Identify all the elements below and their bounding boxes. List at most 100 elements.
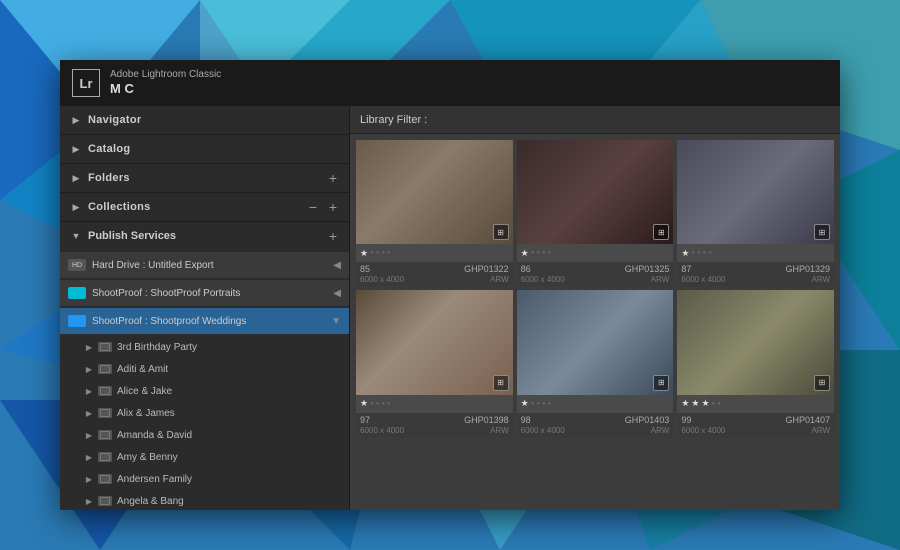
rating-dot: ●: [542, 401, 546, 407]
tree-item[interactable]: ▶ Amanda & David: [60, 424, 349, 446]
photo-cell[interactable]: ⊞ ★●●●● 98 6000 x 4000 GHP01403 ARW: [517, 290, 674, 436]
folders-header[interactable]: ▶ Folders +: [60, 164, 349, 192]
meta-left: 98 6000 x 4000: [521, 415, 565, 435]
photo-meta: 86 6000 x 4000 GHP01325 ARW: [517, 262, 674, 286]
hard-drive-arrow: ◀: [333, 260, 341, 271]
photo-badge-icon: ⊞: [653, 224, 669, 240]
catalog-header[interactable]: ▶ Catalog: [60, 135, 349, 163]
main-content: ▶ Navigator ▶ Catalog ▶ Folders +: [60, 106, 840, 510]
photo-id: GHP01322: [464, 264, 509, 274]
meta-left: 86 6000 x 4000: [521, 264, 565, 284]
photo-rating: ★●●●●: [356, 395, 513, 413]
folders-actions: +: [325, 170, 341, 186]
tree-item[interactable]: ▶ Angela & Bang: [60, 490, 349, 510]
tree-item-arrow: ▶: [84, 496, 94, 506]
navigator-header[interactable]: ▶ Navigator: [60, 106, 349, 134]
rating-dot: ●: [542, 250, 546, 256]
tree-item-icon: [98, 452, 112, 462]
tree-item[interactable]: ▶ Andersen Family: [60, 468, 349, 490]
tree-item-label: Alice & Jake: [117, 386, 172, 397]
folders-label: Folders: [88, 172, 325, 184]
collections-minus-button[interactable]: −: [305, 199, 321, 215]
photo-thumbnail: ⊞: [517, 140, 674, 244]
rating-dot: ●: [376, 250, 380, 256]
tree-item[interactable]: ▶ Alix & James: [60, 402, 349, 424]
photo-id: GHP01398: [464, 415, 509, 425]
photo-size: 6000 x 4000: [681, 275, 725, 284]
shootproof-portraits-service[interactable]: ShootProof : ShootProof Portraits ◀: [60, 280, 349, 306]
photo-cell[interactable]: ⊞ ★●●●● 85 6000 x 4000 GHP01322 ARW: [356, 140, 513, 286]
photo-size: 6000 x 4000: [360, 426, 404, 435]
photo-size: 6000 x 4000: [360, 275, 404, 284]
catalog-arrow: ▶: [70, 143, 82, 155]
photo-meta: 98 6000 x 4000 GHP01403 ARW: [517, 413, 674, 437]
meta-left: 99 6000 x 4000: [681, 415, 725, 435]
user-name: M C: [110, 81, 221, 97]
photo-format: ARW: [811, 275, 830, 284]
photo-cell[interactable]: ⊞ ★●●●● 87 6000 x 4000 GHP01329 ARW: [677, 140, 834, 286]
rating-dot: ●: [691, 250, 695, 256]
navigator-arrow: ▶: [70, 114, 82, 126]
rating-dot: ●: [717, 401, 721, 407]
star-filled: ★: [521, 398, 529, 409]
hard-drive-service[interactable]: HD Hard Drive : Untitled Export ◀: [60, 252, 349, 278]
folders-add-button[interactable]: +: [325, 170, 341, 186]
star-filled: ★: [681, 398, 689, 409]
meta-left: 97 6000 x 4000: [360, 415, 404, 435]
shootproof-weddings-arrow: ▼: [331, 316, 341, 327]
photo-rating: ★★★●●: [677, 395, 834, 413]
collections-add-button[interactable]: +: [325, 199, 341, 215]
app-window: Lr Adobe Lightroom Classic M C ▶ Navigat…: [60, 60, 840, 510]
rating-dot: ●: [370, 401, 374, 407]
collections-header[interactable]: ▶ Collections − +: [60, 193, 349, 221]
photo-thumbnail: ⊞: [677, 140, 834, 244]
photo-cell[interactable]: ⊞ ★●●●● 97 6000 x 4000 GHP01398 ARW: [356, 290, 513, 436]
photo-grid: ⊞ ★●●●● 85 6000 x 4000 GHP01322 ARW ⊞ ★●…: [350, 134, 840, 510]
tree-item[interactable]: ▶ Amy & Benny: [60, 446, 349, 468]
photo-badge-icon: ⊞: [493, 375, 509, 391]
photo-rating: ★●●●●: [517, 244, 674, 262]
hard-drive-label: Hard Drive : Untitled Export: [92, 260, 329, 271]
photo-number: 85: [360, 264, 404, 274]
photo-thumbnail: ⊞: [677, 290, 834, 394]
publish-add-button[interactable]: +: [325, 228, 341, 244]
star-filled: ★: [360, 248, 368, 259]
photo-cell[interactable]: ⊞ ★★★●● 99 6000 x 4000 GHP01407 ARW: [677, 290, 834, 436]
meta-right: GHP01322 ARW: [464, 264, 509, 284]
photo-badge-icon: ⊞: [814, 224, 830, 240]
rating-dot: ●: [548, 401, 552, 407]
star-filled: ★: [681, 248, 689, 259]
collections-arrow: ▶: [70, 201, 82, 213]
shootproof-weddings-service[interactable]: ShootProof : Shootproof Weddings ▼: [60, 308, 349, 334]
rating-dot: ●: [381, 250, 385, 256]
tree-item-arrow: ▶: [84, 386, 94, 396]
filter-label: Library Filter :: [360, 114, 427, 126]
rating-dot: ●: [531, 250, 535, 256]
publish-services-header[interactable]: ▼ Publish Services +: [60, 222, 349, 250]
tree-item-arrow: ▶: [84, 408, 94, 418]
photo-meta: 87 6000 x 4000 GHP01329 ARW: [677, 262, 834, 286]
tree-item[interactable]: ▶ 3rd Birthday Party: [60, 336, 349, 358]
photo-badge-icon: ⊞: [493, 224, 509, 240]
photo-cell[interactable]: ⊞ ★●●●● 86 6000 x 4000 GHP01325 ARW: [517, 140, 674, 286]
rating-dot: ●: [548, 250, 552, 256]
rating-dot: ●: [387, 250, 391, 256]
tree-item-icon: [98, 430, 112, 440]
photo-meta: 99 6000 x 4000 GHP01407 ARW: [677, 413, 834, 437]
tree-item[interactable]: ▶ Aditi & Amit: [60, 358, 349, 380]
tree-item[interactable]: ▶ Alice & Jake: [60, 380, 349, 402]
publish-actions: +: [325, 228, 341, 244]
photo-format: ARW: [490, 275, 509, 284]
meta-left: 85 6000 x 4000: [360, 264, 404, 284]
collections-section: ▶ Collections − +: [60, 193, 349, 222]
shootproof-portraits-arrow: ◀: [333, 288, 341, 299]
tree-item-label: 3rd Birthday Party: [117, 342, 197, 353]
photo-format: ARW: [811, 426, 830, 435]
right-panel: Library Filter : ⊞ ★●●●● 85 6000 x 4000 …: [350, 106, 840, 510]
tree-item-icon: [98, 474, 112, 484]
publish-arrow: ▼: [70, 230, 82, 242]
catalog-label: Catalog: [88, 143, 341, 155]
photo-thumbnail: ⊞: [517, 290, 674, 394]
collections-label: Collections: [88, 201, 305, 213]
tree-item-label: Amy & Benny: [117, 452, 178, 463]
